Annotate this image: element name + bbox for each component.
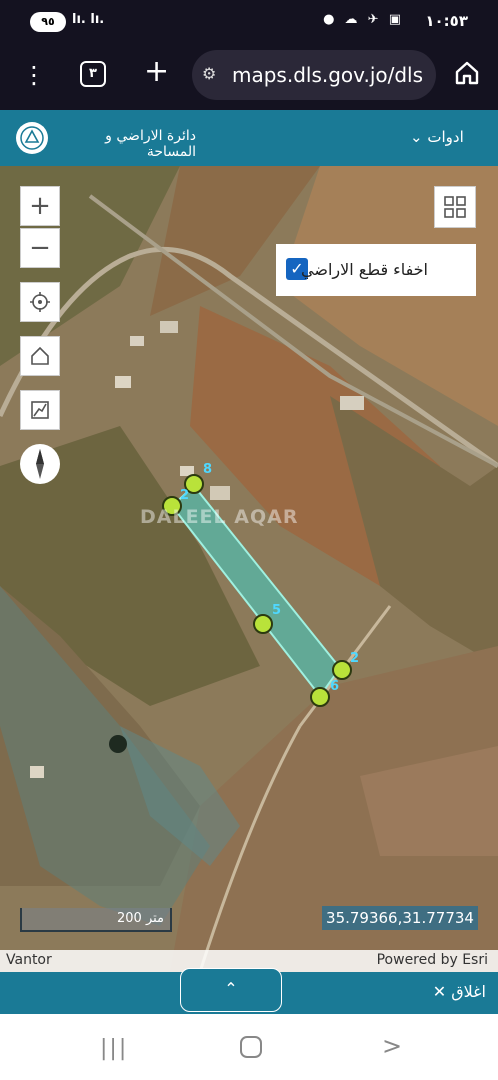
- locate-button[interactable]: [20, 282, 60, 322]
- system-nav-bar: ||| >: [0, 1014, 498, 1080]
- tools-label: ادوات: [427, 128, 464, 146]
- parcel-vertex[interactable]: [310, 687, 330, 707]
- watermark: DALEEL AQAR: [140, 506, 299, 528]
- parcel-vertex[interactable]: [253, 614, 273, 634]
- vertex-label: 6: [330, 679, 339, 694]
- crosshair-icon: [30, 292, 50, 312]
- basemap-gallery-button[interactable]: [434, 186, 476, 228]
- compass-button[interactable]: [20, 444, 60, 484]
- notification-icons: ● ☁ ✈ ▣: [323, 12, 404, 27]
- battery-indicator: ٩٥: [30, 12, 66, 32]
- site-settings-icon[interactable]: ⚙: [202, 64, 216, 83]
- hide-parcels-panel: ✓ اخفاء قطع الاراضي: [276, 244, 476, 296]
- recent-apps-button[interactable]: |||: [100, 1036, 128, 1061]
- hide-parcels-label: اخفاء قطع الاراضي: [301, 260, 428, 279]
- home-icon: [31, 346, 49, 365]
- vertex-label: 2: [180, 488, 189, 503]
- status-bar: ٩٥ lı. lı. ● ☁ ✈ ▣ ١٠:٥٣: [0, 0, 498, 44]
- vertex-label: 2: [350, 651, 359, 666]
- clock: ١٠:٥٣: [425, 12, 468, 30]
- back-button[interactable]: >: [382, 1032, 402, 1060]
- tab-switcher-button[interactable]: ٣: [80, 61, 106, 87]
- close-icon: ✕: [432, 982, 447, 1001]
- tools-menu[interactable]: ⌄ ادوات: [410, 128, 464, 146]
- close-label: اغلاق: [451, 982, 486, 1001]
- grid-icon: [444, 196, 466, 218]
- vertex-label: 8: [203, 462, 212, 477]
- browser-toolbar: ⋮ ٣ + ⚙ maps.dls.gov.jo/dls: [0, 44, 498, 110]
- imagery-credit: Vantor: [6, 952, 52, 968]
- zoom-in-button[interactable]: +: [20, 186, 60, 226]
- panel-toggle-button[interactable]: ⌃: [180, 968, 282, 1012]
- bottom-panel: ⌃ اغلاق ✕: [0, 968, 498, 1014]
- coordinates-readout: 35.79366,31.77734: [322, 906, 478, 930]
- signal-icon: lı. lı.: [72, 12, 105, 27]
- vertex-label: 5: [272, 603, 281, 618]
- zoom-out-button[interactable]: −: [20, 228, 60, 268]
- dls-logo-icon[interactable]: [16, 122, 48, 154]
- app-title: دائرة الاراضي و المساحة: [105, 128, 196, 160]
- home-extent-button[interactable]: [20, 336, 60, 376]
- measure-button[interactable]: [20, 390, 60, 430]
- chevron-down-icon: ⌄: [410, 128, 423, 146]
- chevron-up-icon: ⌃: [224, 979, 238, 998]
- compass-icon: [36, 449, 44, 479]
- scale-bar: 200 متر: [20, 908, 172, 932]
- home-icon[interactable]: [454, 60, 480, 86]
- menu-icon[interactable]: ⋮: [22, 58, 46, 92]
- measure-icon: [31, 401, 49, 419]
- map-view[interactable]: 8 2 5 2 6 DALEEL AQAR + − ✓ اخفاء قطع ال…: [0, 166, 498, 972]
- url-text: maps.dls.gov.jo/dls: [232, 63, 424, 87]
- close-button[interactable]: اغلاق ✕: [433, 982, 486, 1001]
- parcel-vertex[interactable]: [332, 660, 352, 680]
- address-bar[interactable]: ⚙ maps.dls.gov.jo/dls: [192, 50, 436, 100]
- home-button[interactable]: [240, 1036, 262, 1058]
- new-tab-button[interactable]: +: [144, 56, 169, 88]
- app-header: دائرة الاراضي و المساحة ⌄ ادوات: [0, 110, 498, 166]
- esri-credit[interactable]: Powered by Esri: [377, 952, 488, 968]
